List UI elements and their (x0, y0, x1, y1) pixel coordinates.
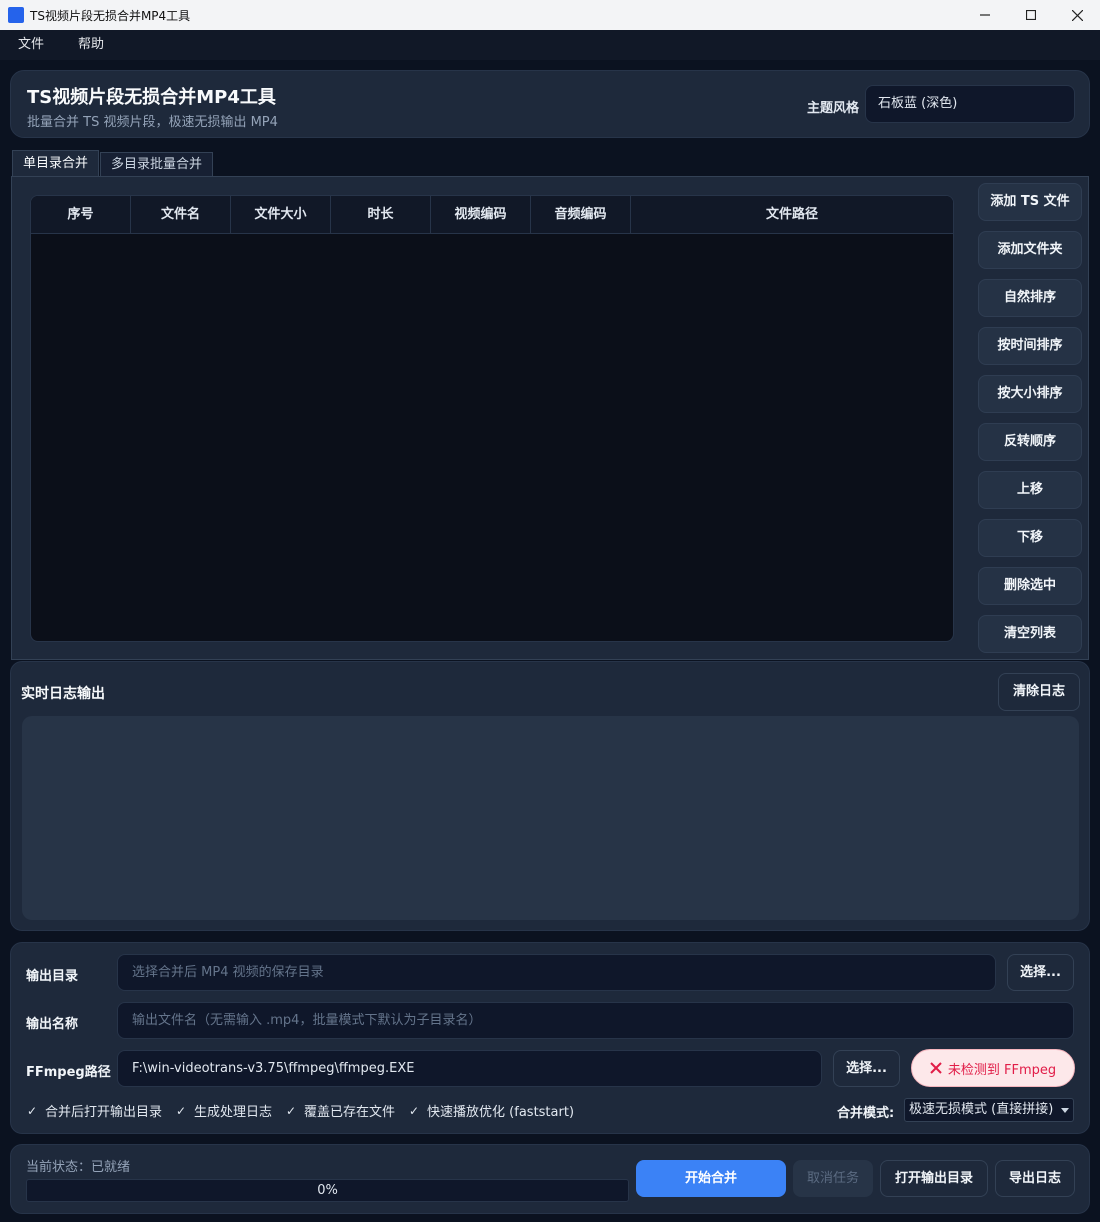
open-output-after-merge-checkbox[interactable]: ✓ 合并后打开输出目录 (27, 1101, 163, 1121)
page-subtitle: 批量合并 TS 视频片段，极速无损输出 MP4 (27, 115, 278, 130)
window-controls (962, 0, 1100, 30)
cancel-task-button[interactable]: 取消任务 (793, 1160, 873, 1197)
minimize-button[interactable] (962, 0, 1008, 30)
output-dir-placeholder: 选择合并后 MP4 视频的保存目录 (132, 965, 324, 980)
ffmpeg-path-input[interactable]: F:\win-videotrans-v3.75\ffmpeg\ffmpeg.EX… (117, 1050, 822, 1087)
move-down-button[interactable]: 下移 (978, 519, 1082, 557)
output-dir-label: 输出目录 (26, 969, 79, 984)
close-button[interactable] (1054, 0, 1100, 30)
tab-single-dir[interactable]: 单目录合并 (12, 150, 100, 177)
log-title: 实时日志输出 (21, 686, 105, 702)
column-header-filename[interactable]: 文件名 (131, 196, 231, 234)
minimize-icon (980, 14, 990, 16)
menu-help[interactable]: 帮助 (68, 30, 114, 60)
select-ffmpeg-button[interactable]: 选择... (833, 1050, 900, 1087)
export-log-button[interactable]: 导出日志 (995, 1160, 1075, 1197)
log-output[interactable] (22, 716, 1079, 920)
progress-bar: 0% (26, 1179, 629, 1202)
checkmark-icon: ✓ (176, 1103, 187, 1118)
checkmark-icon: ✓ (409, 1103, 420, 1118)
output-name-label: 输出名称 (26, 1017, 79, 1032)
checkmark-icon: ✓ (286, 1103, 297, 1118)
menu-bar: 文件 帮助 (0, 30, 1100, 60)
file-action-buttons: 添加 TS 文件 添加文件夹 自然排序 按时间排序 按大小排序 反转顺序 上移 … (978, 183, 1082, 663)
overwrite-existing-checkbox[interactable]: ✓ 覆盖已存在文件 (286, 1101, 396, 1121)
tab-multi-dir[interactable]: 多目录批量合并 (100, 152, 214, 177)
table-header: 序号 文件名 文件大小 时长 视频编码 音频编码 文件路径 (31, 196, 953, 234)
menu-file[interactable]: 文件 (8, 30, 54, 60)
status-bar: 当前状态：已就绪 0% 开始合并 取消任务 打开输出目录 导出日志 (10, 1144, 1090, 1214)
output-dir-input[interactable]: 选择合并后 MP4 视频的保存目录 (117, 954, 996, 991)
checkbox-label: 合并后打开输出目录 (45, 1105, 163, 1120)
add-ts-files-button[interactable]: 添加 TS 文件 (978, 183, 1082, 221)
log-panel: 实时日志输出 清除日志 (10, 661, 1090, 931)
theme-select[interactable]: 石板蓝 (深色) (865, 85, 1075, 123)
app-icon (8, 7, 24, 23)
title-bar: TS视频片段无损合并MP4工具 (0, 0, 1100, 30)
merge-mode-value: 极速无损模式 (直接拼接) (909, 1102, 1054, 1117)
checkbox-label: 快速播放优化 (faststart) (427, 1105, 575, 1120)
ffmpeg-path-value: F:\win-videotrans-v3.75\ffmpeg\ffmpeg.EX… (132, 1061, 415, 1076)
maximize-button[interactable] (1008, 0, 1054, 30)
generate-log-checkbox[interactable]: ✓ 生成处理日志 (176, 1101, 273, 1121)
ffmpeg-status-text: 未检测到 FFmpeg (947, 1062, 1057, 1078)
window-title: TS视频片段无损合并MP4工具 (30, 8, 191, 23)
ffmpeg-path-label: FFmpeg路径 (26, 1065, 111, 1080)
faststart-checkbox[interactable]: ✓ 快速播放优化 (faststart) (409, 1101, 575, 1121)
column-header-duration[interactable]: 时长 (331, 196, 431, 234)
header-card: TS视频片段无损合并MP4工具 批量合并 TS 视频片段，极速无损输出 MP4 … (10, 70, 1090, 138)
settings-panel: 输出目录 选择合并后 MP4 视频的保存目录 选择... 输出名称 输出文件名（… (10, 942, 1090, 1134)
merge-mode-label: 合并模式: (837, 1106, 895, 1121)
error-x-icon (930, 1062, 942, 1074)
start-merge-button[interactable]: 开始合并 (636, 1160, 786, 1197)
column-header-filesize[interactable]: 文件大小 (231, 196, 331, 234)
checkbox-label: 覆盖已存在文件 (304, 1105, 396, 1120)
sort-by-time-button[interactable]: 按时间排序 (978, 327, 1082, 365)
move-up-button[interactable]: 上移 (978, 471, 1082, 509)
options-group: ✓ 合并后打开输出目录 ✓ 生成处理日志 ✓ 覆盖已存在文件 ✓ 快速播放优化 … (27, 1101, 588, 1121)
output-name-input[interactable]: 输出文件名（无需输入 .mp4，批量模式下默认为子目录名） (117, 1002, 1074, 1039)
column-header-audio-codec[interactable]: 音频编码 (531, 196, 631, 234)
open-output-dir-button[interactable]: 打开输出目录 (880, 1160, 988, 1197)
merge-mode-select[interactable]: 极速无损模式 (直接拼接) (904, 1098, 1074, 1122)
maximize-icon (1026, 10, 1036, 20)
checkbox-label: 生成处理日志 (194, 1105, 273, 1120)
clear-log-button[interactable]: 清除日志 (998, 673, 1080, 711)
reverse-order-button[interactable]: 反转顺序 (978, 423, 1082, 461)
close-icon (1071, 9, 1083, 21)
natural-sort-button[interactable]: 自然排序 (978, 279, 1082, 317)
column-header-index[interactable]: 序号 (31, 196, 131, 234)
column-header-video-codec[interactable]: 视频编码 (431, 196, 531, 234)
output-name-placeholder: 输出文件名（无需输入 .mp4，批量模式下默认为子目录名） (132, 1013, 482, 1028)
add-folder-button[interactable]: 添加文件夹 (978, 231, 1082, 269)
checkmark-icon: ✓ (27, 1103, 38, 1118)
clear-list-button[interactable]: 清空列表 (978, 615, 1082, 653)
delete-selected-button[interactable]: 删除选中 (978, 567, 1082, 605)
chevron-down-icon (1061, 1108, 1069, 1113)
file-table[interactable]: 序号 文件名 文件大小 时长 视频编码 音频编码 文件路径 (30, 195, 954, 642)
column-header-filepath[interactable]: 文件路径 (631, 196, 953, 234)
ffmpeg-status-badge[interactable]: 未检测到 FFmpeg (911, 1049, 1075, 1087)
status-text: 当前状态：已就绪 (26, 1160, 131, 1175)
select-output-dir-button[interactable]: 选择... (1007, 954, 1074, 991)
theme-label: 主题风格 (807, 101, 860, 116)
sort-by-size-button[interactable]: 按大小排序 (978, 375, 1082, 413)
page-title: TS视频片段无损合并MP4工具 (27, 87, 276, 108)
